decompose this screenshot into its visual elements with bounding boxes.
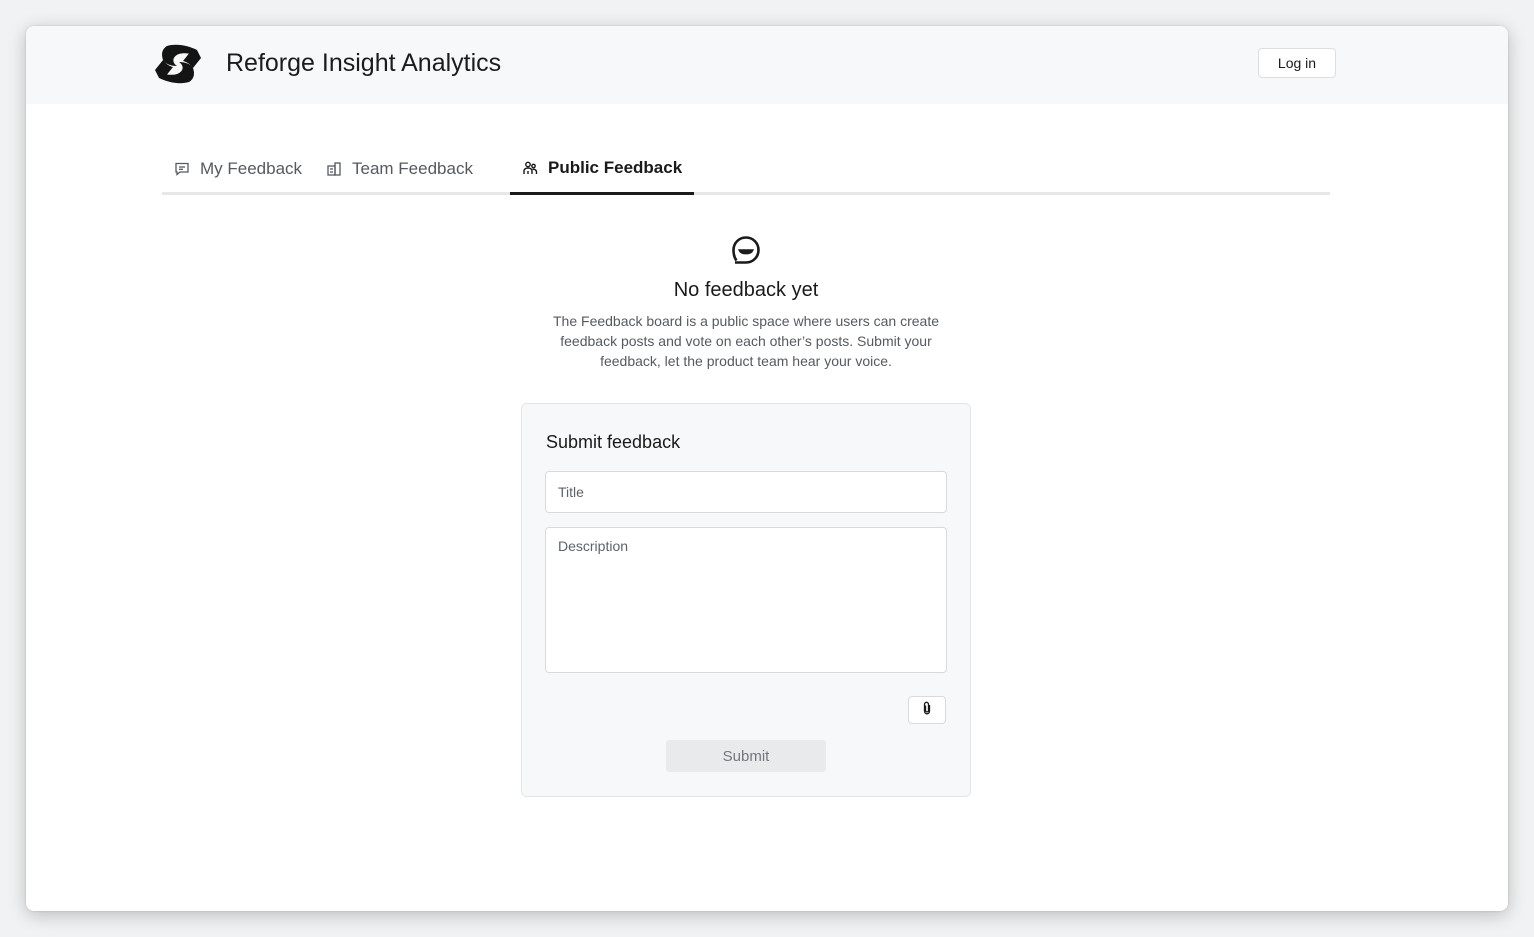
tab-public-feedback[interactable]: Public Feedback: [510, 146, 695, 195]
chat-smile-icon: [730, 234, 762, 266]
app-title: Reforge Insight Analytics: [226, 49, 502, 77]
top-bar: Reforge Insight Analytics Log in: [26, 26, 1508, 104]
message-square-icon: [174, 161, 190, 177]
empty-state-title: No feedback yet: [673, 279, 819, 301]
tab-team-feedback[interactable]: Team Feedback: [326, 146, 473, 192]
feedback-tabs: My Feedback Team Feedback Public Feedbac…: [162, 146, 1330, 195]
people-icon: [522, 160, 538, 176]
tab-label: Team Feedback: [352, 159, 473, 178]
tab-label: My Feedback: [200, 159, 303, 178]
submit-button[interactable]: Submit: [666, 740, 826, 772]
submit-feedback-card: Submit feedback Submit: [521, 403, 971, 797]
reforge-logo-icon[interactable]: [153, 44, 203, 84]
app-window: Reforge Insight Analytics Log in My Feed…: [26, 26, 1508, 911]
title-input[interactable]: [545, 471, 947, 513]
empty-state-description: The Feedback board is a public space whe…: [553, 313, 939, 369]
attach-file-button[interactable]: [908, 696, 946, 724]
tab-label: Public Feedback: [548, 157, 683, 177]
building-icon: [326, 161, 342, 177]
login-button[interactable]: Log in: [1258, 48, 1336, 78]
tab-my-feedback[interactable]: My Feedback: [174, 146, 302, 192]
paperclip-icon: [921, 701, 933, 720]
submit-feedback-heading: Submit feedback: [546, 432, 681, 452]
description-textarea[interactable]: [545, 527, 947, 673]
